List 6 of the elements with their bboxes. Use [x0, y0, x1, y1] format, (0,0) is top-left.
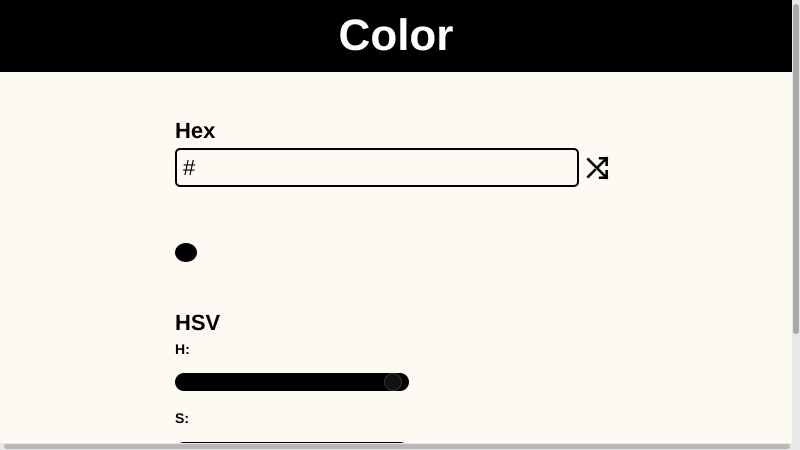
page-title: Color [338, 14, 454, 58]
slider-label: S: [175, 410, 189, 426]
hex-heading: Hex [175, 118, 216, 144]
slider-label: H: [175, 341, 190, 357]
hex-input-field[interactable]: # [175, 148, 579, 187]
hsv-heading: HSV [175, 310, 220, 336]
